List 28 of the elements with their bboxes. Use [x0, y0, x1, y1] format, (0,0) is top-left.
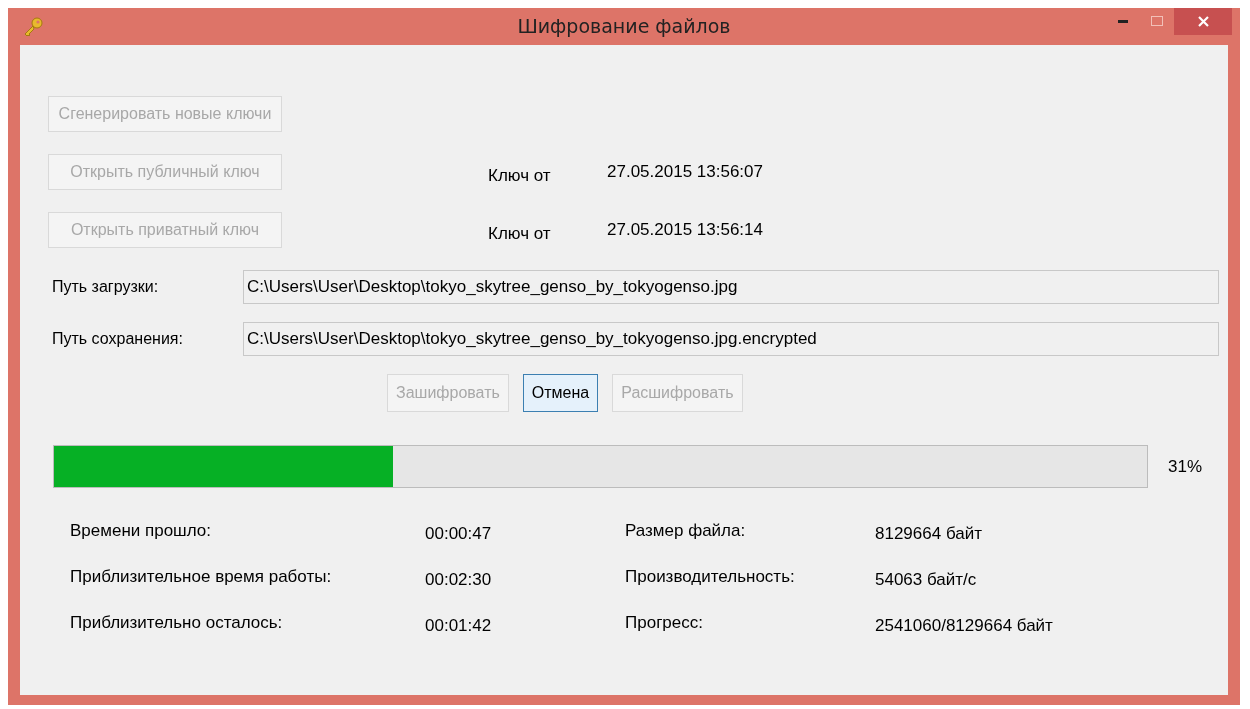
close-button[interactable]: [1174, 8, 1232, 35]
stat-value: 8129664 байт: [875, 523, 983, 544]
key-label: Ключ от: [488, 165, 552, 186]
stat-value: 54063 байт/с: [875, 569, 978, 590]
key-icon: [22, 15, 44, 38]
window-title: Шифрование файлов: [517, 15, 731, 37]
stat-label: Размер файла:: [625, 521, 747, 541]
minimize-icon: [1118, 19, 1128, 23]
path-field[interactable]: C:\Users\User\Desktop\tokyo_skytree_genso_by_tokyogenso.jpg.encrypted: [243, 322, 1219, 356]
path-label: Путь загрузки:: [52, 278, 160, 296]
key-date: 27.05.2015 13:56:14: [607, 220, 763, 240]
key-label: Ключ от: [488, 223, 552, 244]
progress-percent: 31%: [1168, 456, 1203, 477]
action-button[interactable]: Отмена: [522, 374, 599, 412]
stat-label: Приблизительное время работы:: [70, 567, 333, 587]
key-date: 27.05.2015 13:56:07: [607, 162, 763, 182]
stat-value: 00:01:42: [425, 615, 493, 636]
stat-label: Прогресс:: [625, 613, 704, 633]
stat-label: Времени прошло:: [70, 521, 213, 541]
stat-label: Производительность:: [625, 567, 796, 587]
path-label: Путь сохранения:: [52, 330, 184, 348]
stat-value: 00:02:30: [425, 569, 493, 590]
close-icon: [1197, 16, 1209, 27]
stat-value: 2541060/8129664 байт: [875, 615, 1054, 636]
maximize-icon: [1151, 16, 1163, 26]
stat-label: Приблизительно осталось:: [70, 613, 284, 633]
path-field[interactable]: C:\Users\User\Desktop\tokyo_skytree_genso_by_tokyogenso.jpg: [243, 270, 1219, 304]
stat-value: 00:00:47: [425, 523, 493, 544]
